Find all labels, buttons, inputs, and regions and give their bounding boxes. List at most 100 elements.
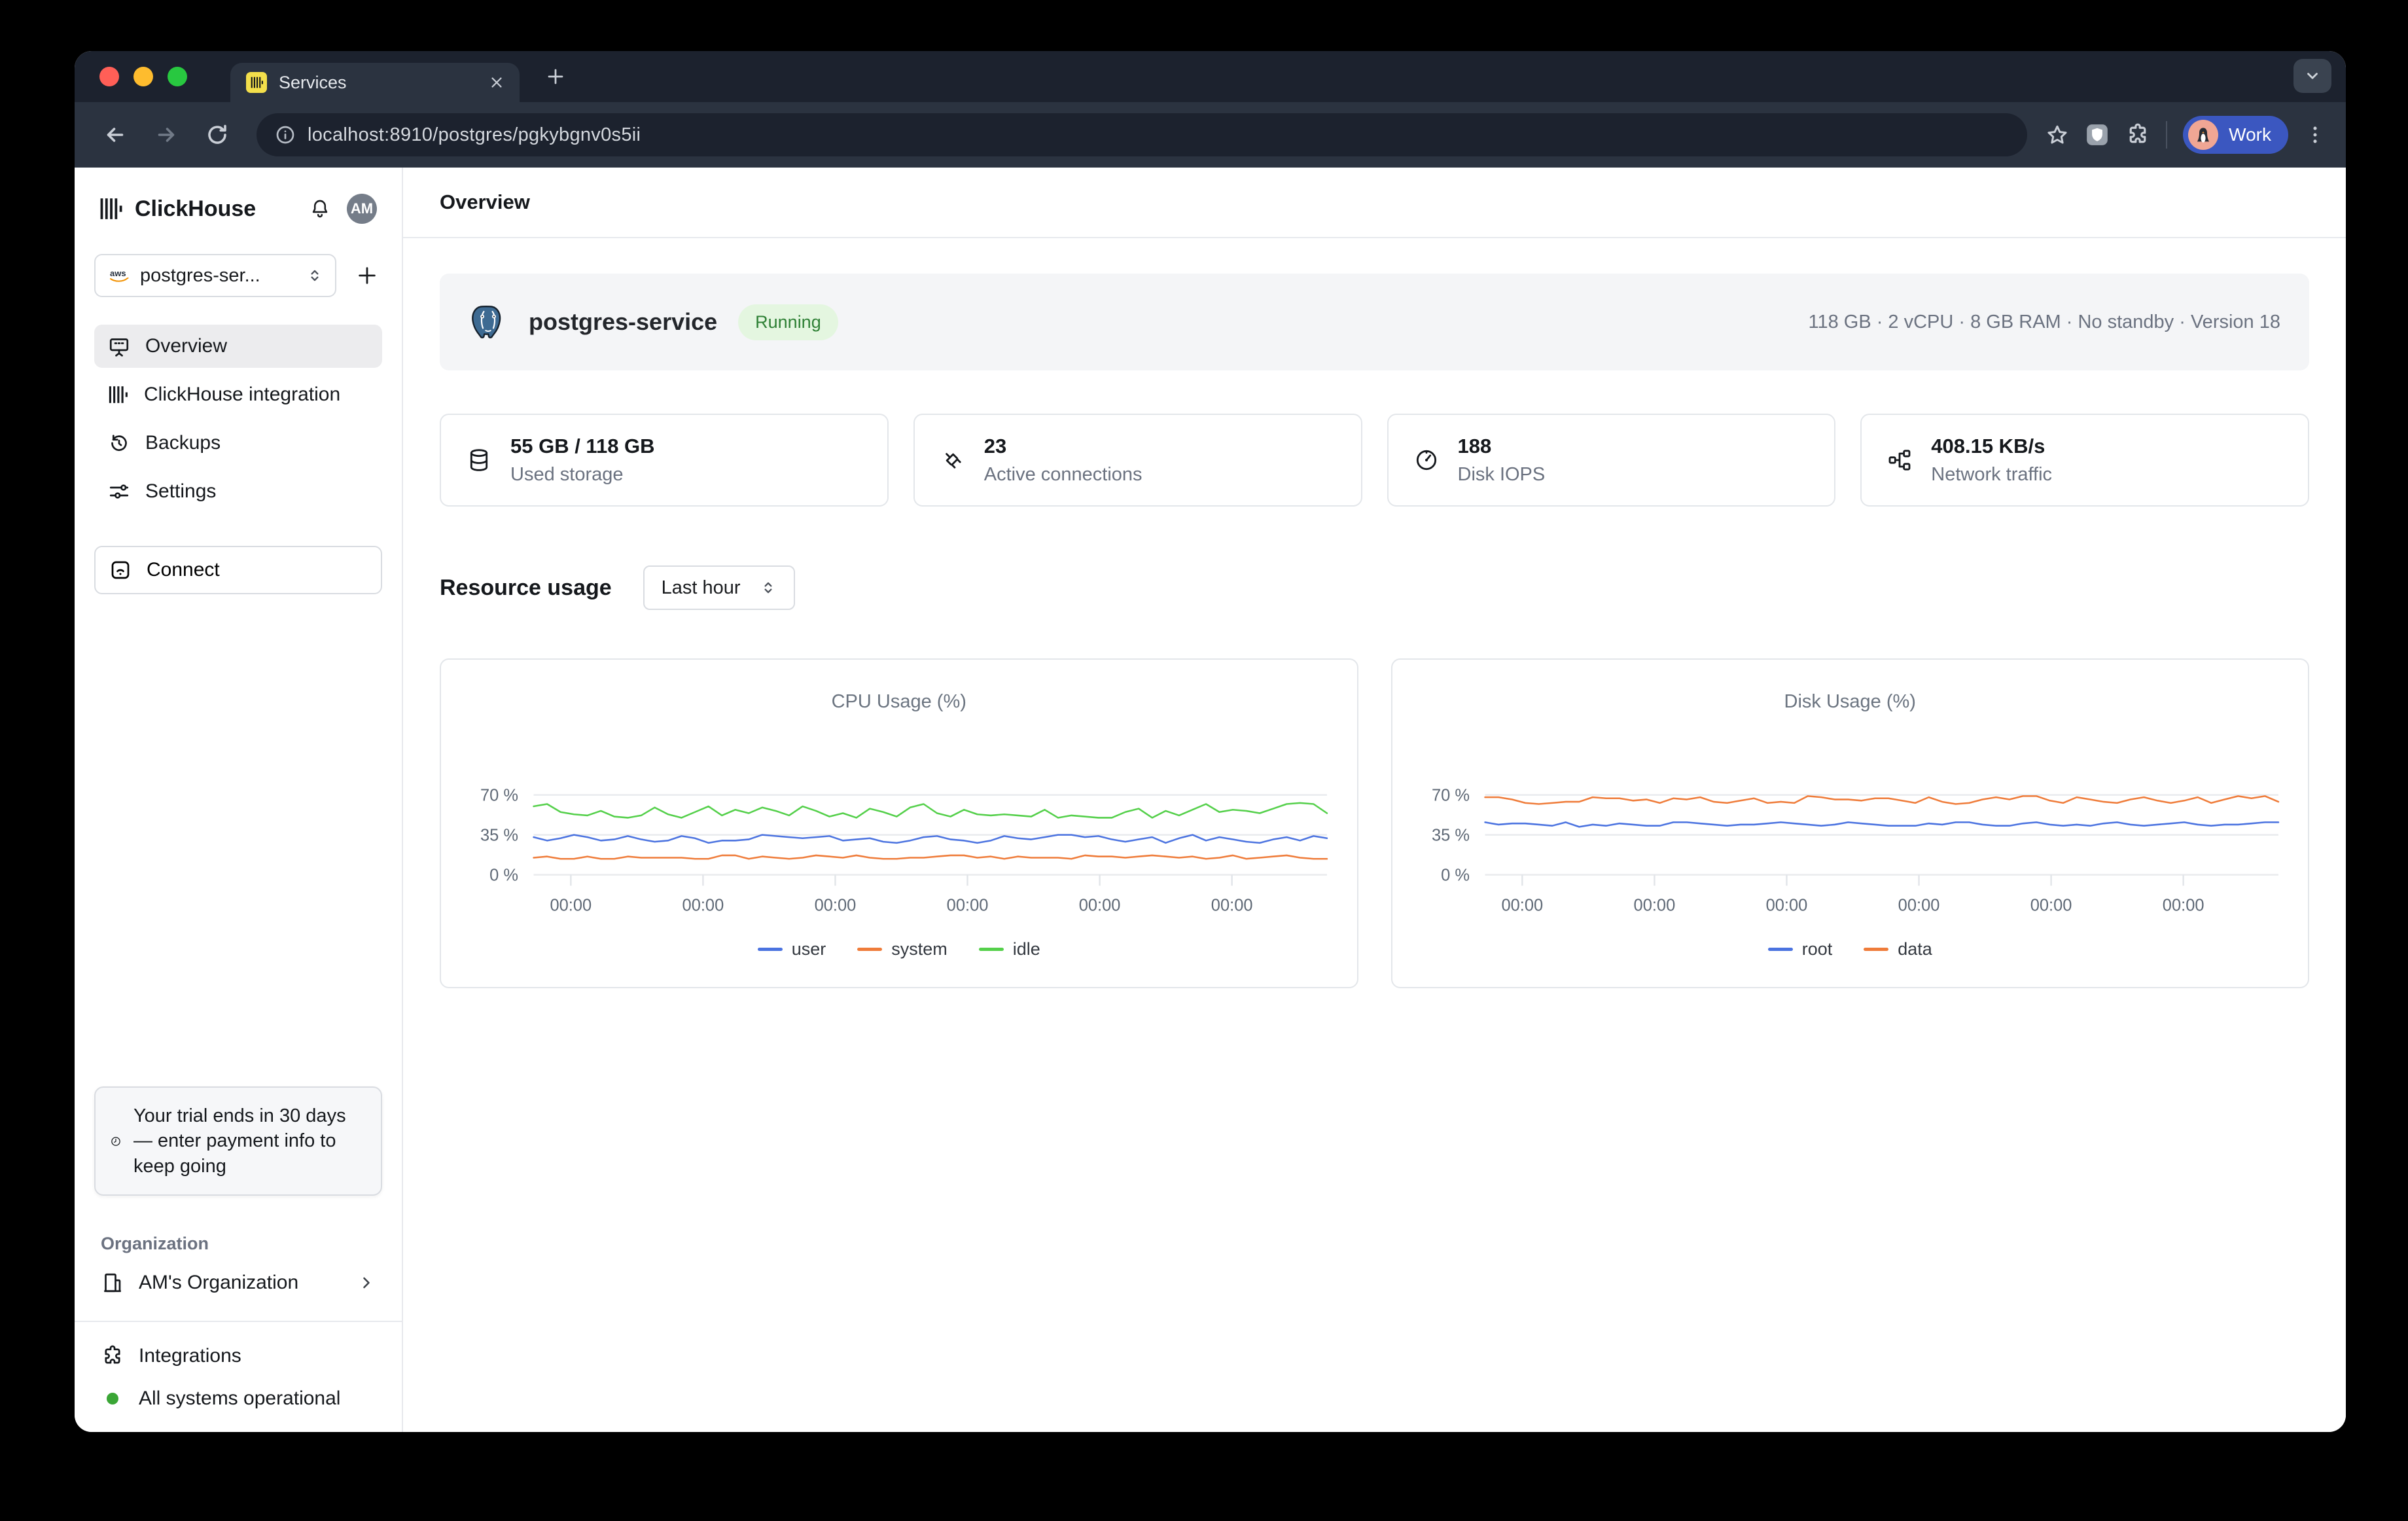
sidebar-item-settings[interactable]: Settings bbox=[94, 470, 382, 513]
reload-button[interactable] bbox=[196, 114, 238, 156]
legend-swatch bbox=[758, 948, 783, 951]
browser-tab[interactable]: Services bbox=[230, 63, 520, 102]
svg-text:0 %: 0 % bbox=[1441, 866, 1470, 884]
resource-usage-title: Resource usage bbox=[440, 575, 612, 601]
window-close-button[interactable] bbox=[99, 67, 119, 86]
tab-search-chevron-button[interactable] bbox=[2293, 59, 2331, 93]
new-tab-button[interactable] bbox=[546, 67, 565, 86]
stat-label: Used storage bbox=[510, 464, 655, 486]
back-button[interactable] bbox=[94, 114, 136, 156]
legend-item-data: data bbox=[1864, 939, 1932, 959]
clickhouse-bars-icon bbox=[107, 384, 130, 406]
organization-section-label: Organization bbox=[94, 1234, 382, 1254]
toolbar-divider bbox=[2166, 121, 2167, 149]
tab-title: Services bbox=[279, 73, 478, 93]
stat-label: Disk IOPS bbox=[1458, 464, 1546, 486]
gauge-icon bbox=[1413, 447, 1440, 473]
stat-used-storage: 55 GB / 118 GB Used storage bbox=[440, 414, 889, 507]
stats-row: 55 GB / 118 GB Used storage 23Active conn… bbox=[440, 414, 2309, 507]
stat-disk-iops: 188Disk IOPS bbox=[1387, 414, 1836, 507]
window-controls bbox=[99, 67, 187, 86]
settings-sliders-icon bbox=[107, 480, 131, 503]
service-specs: 118 GB · 2 vCPU · 8 GB RAM · No standby … bbox=[1808, 312, 2280, 333]
svg-text:00:00: 00:00 bbox=[2162, 896, 2204, 914]
add-service-button[interactable] bbox=[352, 260, 382, 291]
stat-active-connections: 23Active connections bbox=[913, 414, 1362, 507]
svg-text:35 %: 35 % bbox=[1432, 826, 1470, 844]
svg-text:00:00: 00:00 bbox=[2030, 896, 2072, 914]
trial-notice-text: Your trial ends in 30 days — enter payme… bbox=[133, 1103, 366, 1179]
stat-value: 408.15 KB/s bbox=[1931, 435, 2052, 458]
svg-text:70 %: 70 % bbox=[1432, 786, 1470, 804]
legend-label: root bbox=[1802, 939, 1833, 959]
connect-label: Connect bbox=[147, 559, 220, 581]
tab-close-icon[interactable] bbox=[489, 75, 504, 90]
connect-icon bbox=[109, 558, 132, 582]
page-title: Overview bbox=[440, 190, 530, 214]
clickhouse-logo-icon bbox=[99, 196, 124, 221]
svg-text:00:00: 00:00 bbox=[1501, 896, 1543, 914]
organization-name: AM's Organization bbox=[139, 1272, 343, 1294]
forward-button[interactable] bbox=[145, 114, 187, 156]
svg-text:00:00: 00:00 bbox=[550, 896, 592, 914]
plug-icon bbox=[940, 447, 966, 473]
brand-name: ClickHouse bbox=[135, 196, 298, 222]
svg-text:aws: aws bbox=[110, 268, 126, 278]
sidebar-bottom: Your trial ends in 30 days — enter payme… bbox=[94, 1086, 382, 1410]
user-avatar[interactable]: AM bbox=[347, 194, 377, 224]
time-range-select[interactable]: Last hour bbox=[643, 565, 795, 610]
legend-swatch bbox=[979, 948, 1004, 951]
profile-button[interactable]: Work bbox=[2183, 116, 2288, 154]
legend-swatch bbox=[857, 948, 882, 951]
site-info-icon[interactable] bbox=[275, 124, 296, 145]
svg-text:00:00: 00:00 bbox=[947, 896, 989, 914]
charts-row: CPU Usage (%) 70 %35 %0 %00:0000:0000:00… bbox=[440, 658, 2309, 988]
connect-button[interactable]: Connect bbox=[94, 546, 382, 594]
disk-usage-chart-card: Disk Usage (%) 70 % 35 % 0 % 00:00 00:00 00:0… bbox=[1391, 658, 2310, 988]
sidebar-item-overview[interactable]: Overview bbox=[94, 325, 382, 368]
svg-text:00:00: 00:00 bbox=[1633, 896, 1675, 914]
integrations-link[interactable]: Integrations bbox=[94, 1344, 382, 1368]
organization-item[interactable]: AM's Organization bbox=[94, 1271, 382, 1295]
system-status[interactable]: All systems operational bbox=[94, 1387, 382, 1410]
legend-item-idle: idle bbox=[979, 939, 1040, 959]
chart-title: Disk Usage (%) bbox=[1408, 691, 2293, 713]
legend-label: data bbox=[1898, 939, 1932, 959]
svg-text:00:00: 00:00 bbox=[1211, 896, 1253, 914]
notifications-bell-icon[interactable] bbox=[309, 198, 331, 220]
sidebar-item-clickhouse-integration[interactable]: ClickHouse integration bbox=[94, 373, 382, 416]
postgres-logo bbox=[469, 302, 508, 342]
toolbar-actions: Work bbox=[2045, 116, 2326, 154]
brand-row: ClickHouse AM bbox=[94, 194, 382, 224]
cpu-usage-chart-card: CPU Usage (%) 70 %35 %0 %00:0000:0000:00… bbox=[440, 658, 1358, 988]
service-selector[interactable]: aws postgres-ser... bbox=[94, 254, 336, 297]
sidebar-item-backups[interactable]: Backups bbox=[94, 421, 382, 465]
page-header: Overview bbox=[403, 168, 2346, 238]
adblock-extension-icon[interactable] bbox=[2085, 122, 2110, 147]
sidebar-nav: Overview ClickHouse integration Backups … bbox=[94, 325, 382, 513]
network-icon bbox=[1886, 447, 1913, 473]
legend-label: system bbox=[891, 939, 947, 959]
main-panel: Overview postgres-service Running 118 GB… bbox=[403, 168, 2346, 1432]
service-selector-value: postgres-ser... bbox=[140, 265, 297, 287]
clickhouse-favicon bbox=[246, 72, 267, 93]
address-bar[interactable]: localhost:8910/postgres/pgkybgnv0s5ii bbox=[257, 113, 2027, 156]
svg-text:00:00: 00:00 bbox=[1898, 896, 1939, 914]
stat-value: 23 bbox=[984, 435, 1142, 458]
status-badge: Running bbox=[738, 304, 838, 340]
extensions-puzzle-icon[interactable] bbox=[2125, 122, 2150, 147]
profile-name: Work bbox=[2229, 124, 2271, 145]
window-zoom-button[interactable] bbox=[168, 67, 187, 86]
browser-menu-icon[interactable] bbox=[2304, 124, 2326, 146]
svg-text:0 %: 0 % bbox=[489, 866, 518, 884]
chevron-up-down-icon bbox=[760, 579, 777, 596]
url-text: localhost:8910/postgres/pgkybgnv0s5ii bbox=[308, 124, 641, 146]
service-name: postgres-service bbox=[529, 308, 717, 336]
bookmark-star-icon[interactable] bbox=[2045, 123, 2069, 147]
legend-swatch bbox=[1768, 948, 1793, 951]
sidebar-item-label: ClickHouse integration bbox=[144, 384, 340, 406]
service-selector-row: aws postgres-ser... bbox=[94, 254, 382, 297]
svg-text:35 %: 35 % bbox=[480, 826, 518, 844]
window-minimize-button[interactable] bbox=[133, 67, 153, 86]
stat-value: 55 GB / 118 GB bbox=[510, 435, 655, 458]
